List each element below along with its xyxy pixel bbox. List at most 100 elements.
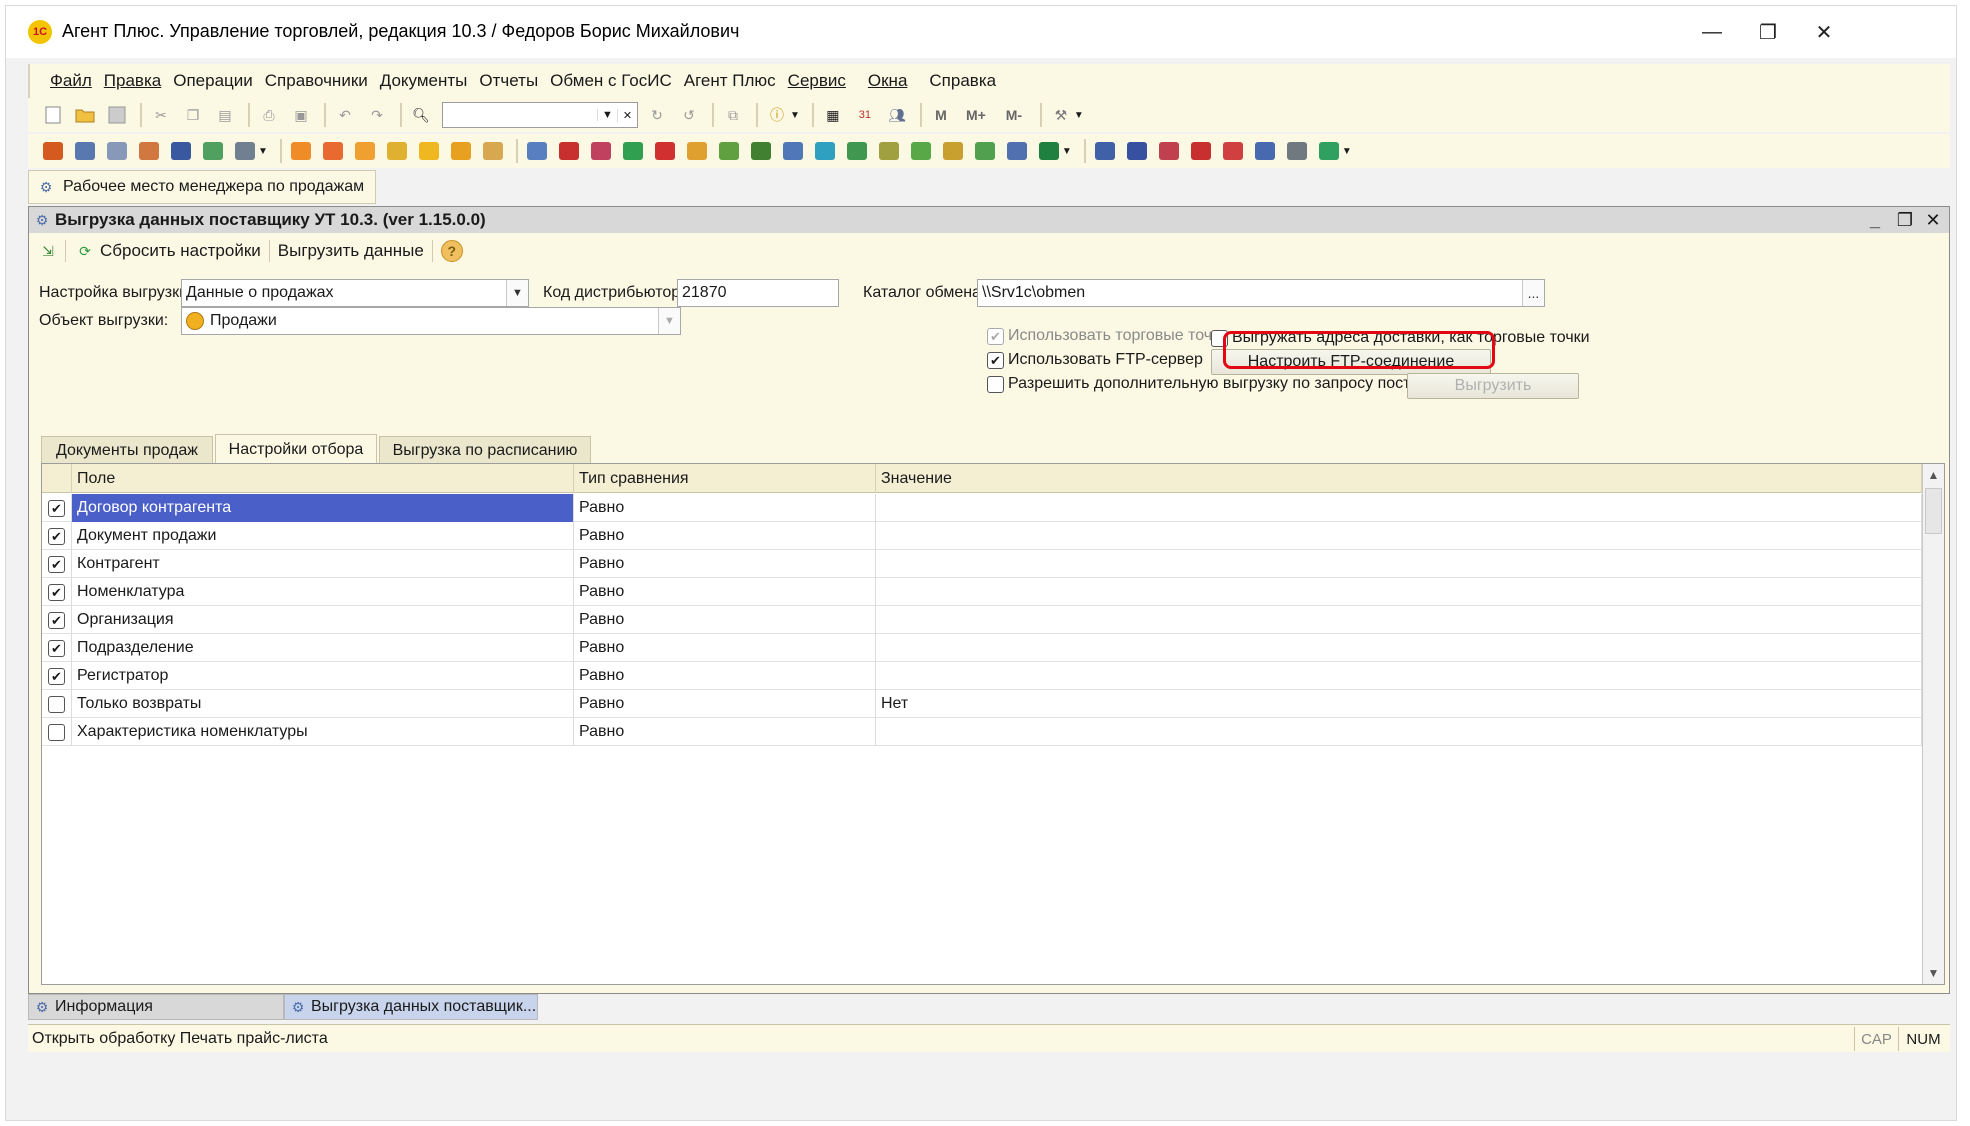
agent-doc10-icon[interactable] [814, 140, 836, 162]
agent-doc15-icon[interactable] [974, 140, 996, 162]
table-row[interactable]: ✔ Подразделение Равно [42, 634, 1922, 662]
cell-field[interactable]: Номенклатура [72, 578, 574, 606]
column-header-field[interactable]: Поле [72, 464, 574, 493]
table-row[interactable]: ✔ Номенклатура Равно [42, 578, 1922, 606]
agent-coins3-icon[interactable] [354, 140, 376, 162]
cell-field[interactable]: Характеристика номенклатуры [72, 718, 574, 746]
distributor-code-input[interactable]: 21870 [677, 279, 839, 307]
open-folder-icon[interactable] [74, 104, 96, 126]
agent-sum6-icon[interactable] [1254, 140, 1276, 162]
memory-minus-icon[interactable]: M- [1000, 104, 1028, 126]
cell-value[interactable] [876, 494, 1922, 522]
menu-operations[interactable]: Операции [173, 71, 253, 91]
restore-button[interactable]: ❐ [1738, 14, 1798, 50]
chevron-down-icon[interactable]: ▼ [1074, 110, 1084, 121]
menu-references[interactable]: Справочники [265, 71, 368, 91]
cell-value[interactable] [876, 606, 1922, 634]
vertical-scrollbar[interactable]: ▲ ▼ [1922, 464, 1944, 984]
tab-filter-settings[interactable]: Настройки отбора [215, 434, 377, 464]
agent-people-icon[interactable] [170, 140, 192, 162]
cell-field[interactable]: Документ продажи [72, 522, 574, 550]
row-checkbox[interactable] [42, 690, 72, 718]
cell-value[interactable] [876, 578, 1922, 606]
menu-file[interactable]: Файл [50, 71, 92, 91]
cell-value[interactable]: Нет [876, 690, 1922, 718]
menu-help[interactable]: Справка [929, 71, 996, 91]
agent-coins5-icon[interactable] [418, 140, 440, 162]
browse-button[interactable]: ... [1522, 280, 1544, 306]
cell-compare[interactable]: Равно [574, 578, 876, 606]
agent-sum5-icon[interactable] [1222, 140, 1244, 162]
settings-select[interactable]: Данные о продажах ▼ [181, 279, 529, 307]
agent-table-icon[interactable] [202, 140, 224, 162]
save-icon[interactable] [106, 104, 128, 126]
agent-sum2-icon[interactable] [1126, 140, 1148, 162]
agent-check-icon[interactable] [1318, 140, 1340, 162]
agent-edit-icon[interactable] [234, 140, 256, 162]
agent-doc2-icon[interactable] [558, 140, 580, 162]
agent-doc7-icon[interactable] [718, 140, 740, 162]
agent-printer-icon[interactable] [74, 140, 96, 162]
calendar-icon[interactable]: 31 [854, 104, 876, 126]
menu-edit[interactable]: Правка [104, 71, 161, 91]
windows-icon[interactable]: ⧉ [722, 104, 744, 126]
agent-stack-icon[interactable] [42, 140, 64, 162]
cell-compare[interactable]: Равно [574, 690, 876, 718]
search-icon[interactable]: 🔍︎ [410, 104, 432, 126]
find-prev-icon[interactable]: ↺ [678, 104, 700, 126]
row-checkbox[interactable]: ✔ [42, 522, 72, 550]
cell-value[interactable] [876, 718, 1922, 746]
column-header-value[interactable]: Значение [876, 464, 1922, 493]
agent-sum7-icon[interactable] [1286, 140, 1308, 162]
find-next-icon[interactable]: ↻ [646, 104, 668, 126]
scroll-up-icon[interactable]: ▲ [1923, 464, 1944, 486]
search-clear-icon[interactable]: ✕ [617, 108, 637, 122]
agent-book-icon[interactable] [1038, 140, 1060, 162]
row-checkbox[interactable]: ✔ [42, 606, 72, 634]
agent-printer2-icon[interactable] [106, 140, 128, 162]
agent-sum4-icon[interactable] [1190, 140, 1212, 162]
new-document-icon[interactable] [42, 104, 64, 126]
help-icon[interactable]: ? [440, 240, 463, 262]
cell-compare[interactable]: Равно [574, 494, 876, 522]
info-icon[interactable]: ⓘ [766, 104, 788, 126]
agent-doc11-icon[interactable] [846, 140, 868, 162]
allow-additional-export-checkbox[interactable]: Разрешить дополнительную выгрузку по зап… [987, 375, 1466, 393]
cell-value[interactable] [876, 522, 1922, 550]
form-minimize-button[interactable]: _ [1861, 207, 1889, 233]
window-tab-export[interactable]: ⚙ Выгрузка данных поставщик... [284, 994, 538, 1020]
agent-sum3-icon[interactable] [1158, 140, 1180, 162]
cell-field[interactable]: Контрагент [72, 550, 574, 578]
scroll-thumb[interactable] [1925, 488, 1942, 534]
use-trade-points-checkbox[interactable]: ✔ Использовать торговые точки [987, 327, 1228, 345]
row-checkbox[interactable]: ✔ [42, 550, 72, 578]
use-ftp-checkbox[interactable]: ✔ Использовать FTP-сервер [987, 351, 1203, 369]
row-checkbox[interactable]: ✔ [42, 578, 72, 606]
table-row[interactable]: ✔ Организация Равно [42, 606, 1922, 634]
table-row[interactable]: Только возвраты Равно Нет [42, 690, 1922, 718]
chevron-down-icon[interactable]: ▼ [1062, 146, 1072, 157]
agent-printer3-icon[interactable] [138, 140, 160, 162]
cell-compare[interactable]: Равно [574, 634, 876, 662]
cell-field[interactable]: Регистратор [72, 662, 574, 690]
agent-sum1-icon[interactable] [1094, 140, 1116, 162]
agent-coins4-icon[interactable] [386, 140, 408, 162]
exchange-catalog-input[interactable]: \\Srv1c\obmen ... [977, 279, 1545, 307]
agent-doc1-icon[interactable] [526, 140, 548, 162]
users-icon[interactable]: 👥︎ [886, 104, 908, 126]
export-to-file-icon[interactable]: ⇲ [37, 240, 59, 262]
scroll-down-icon[interactable]: ▼ [1923, 962, 1944, 984]
table-row[interactable]: Характеристика номенклатуры Равно [42, 718, 1922, 746]
row-checkbox[interactable] [42, 718, 72, 746]
minimize-button[interactable]: — [1682, 14, 1742, 50]
cell-value[interactable] [876, 550, 1922, 578]
agent-doc16-icon[interactable] [1006, 140, 1028, 162]
print-icon[interactable]: ⎙ [258, 104, 280, 126]
agent-coins7-icon[interactable] [482, 140, 504, 162]
table-row[interactable]: ✔ Контрагент Равно [42, 550, 1922, 578]
table-row[interactable]: ✔ Регистратор Равно [42, 662, 1922, 690]
window-tab-information[interactable]: ⚙ Информация [28, 994, 284, 1020]
refresh-icon[interactable]: ⟳ [74, 240, 96, 262]
chevron-down-icon[interactable]: ▼ [1342, 146, 1352, 157]
object-select[interactable]: Продажи ▼ [181, 307, 681, 335]
